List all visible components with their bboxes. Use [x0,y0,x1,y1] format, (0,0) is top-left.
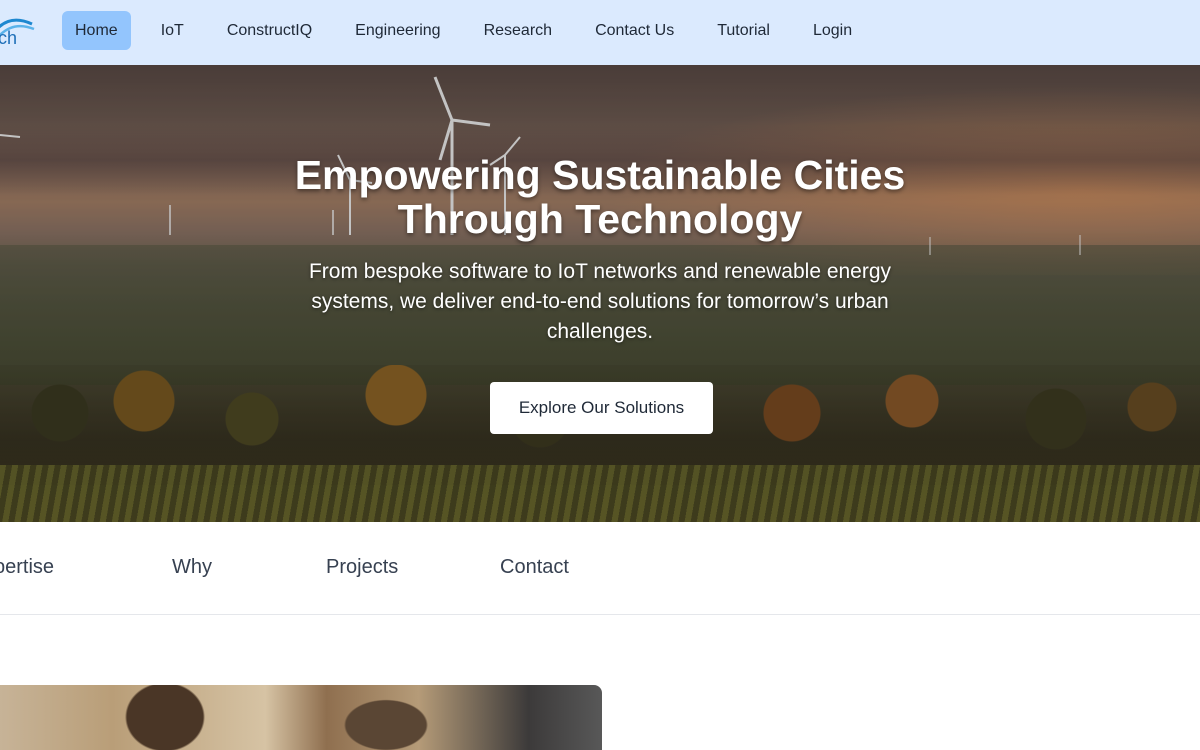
main-nav: Home IoT ConstructIQ Engineering Researc… [62,11,882,50]
hero-title-line1: Empowering Sustainable Cities [294,152,906,198]
brand-logo-text: ch [0,28,18,48]
top-navbar: ch Home IoT ConstructIQ Engineering Rese… [0,0,1200,65]
team-photo-person [110,685,220,750]
nav-login[interactable]: Login [800,11,865,50]
section-link-projects[interactable]: Projects [326,556,398,579]
explore-solutions-button[interactable]: Explore Our Solutions [490,382,713,434]
hero-title: Empowering Sustainable Cities Through Te… [0,153,1200,241]
section-link-expertise[interactable]: pertise [0,556,54,579]
section-link-contact[interactable]: Contact [500,556,569,579]
nav-research[interactable]: Research [471,11,565,50]
team-photo [0,685,602,750]
nav-engineering[interactable]: Engineering [342,11,453,50]
nav-iot[interactable]: IoT [148,11,197,50]
hero-section: Empowering Sustainable Cities Through Te… [0,65,1200,522]
nav-home[interactable]: Home [62,11,131,50]
section-link-why[interactable]: Why [172,556,212,579]
hero-title-line2: Through Technology [397,196,803,242]
nav-contact-us[interactable]: Contact Us [582,11,687,50]
nav-tutorial[interactable]: Tutorial [704,11,783,50]
team-photo-person [320,685,440,750]
section-nav: pertise Why Projects Contact [0,522,1200,615]
nav-constructiq[interactable]: ConstructIQ [214,11,325,50]
hero-subtitle: From bespoke software to IoT networks an… [308,260,892,343]
